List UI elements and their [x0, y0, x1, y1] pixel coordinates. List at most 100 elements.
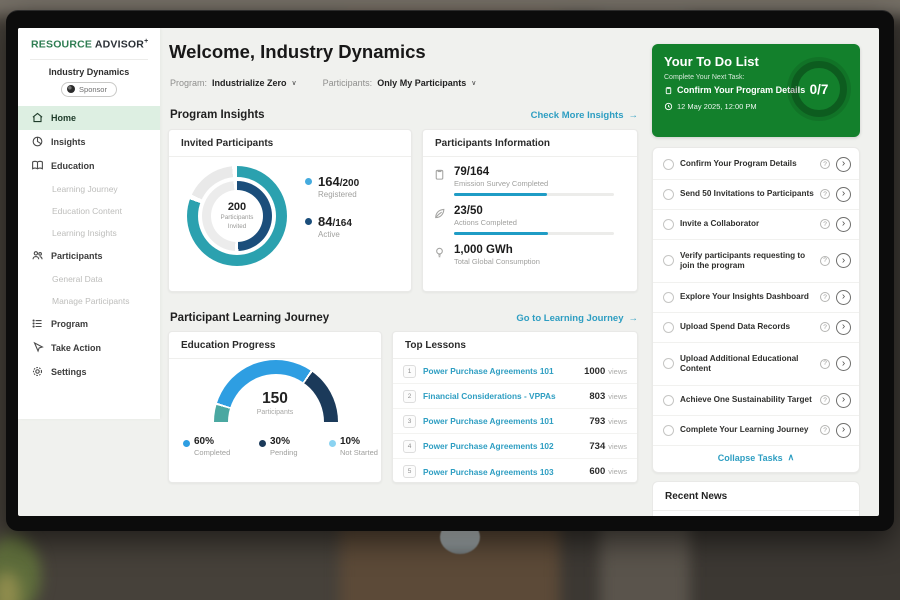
question-icon[interactable]: ?	[820, 322, 830, 332]
invited-participants-card: Invited Participants 200 ParticipantsInv…	[168, 129, 412, 292]
participants-information-card: Participants Information 79/164 Emission…	[422, 129, 638, 292]
chevron-down-icon: ∨	[292, 79, 297, 87]
legend-not-started: 10%Not Started	[329, 436, 378, 457]
sidebar-item-learning-journey[interactable]: Learning Journey	[18, 178, 160, 200]
arrow-right-icon: →	[629, 110, 639, 121]
checkbox[interactable]	[663, 159, 674, 170]
collapse-tasks-link[interactable]: Collapse Tasks ∧	[653, 446, 859, 470]
lesson-row[interactable]: 3 Power Purchase Agreements 101 793views	[393, 409, 637, 434]
chevron-right-icon[interactable]: ›	[836, 217, 851, 232]
todo-title: Your To Do List	[664, 54, 759, 69]
chevron-right-icon[interactable]: ›	[836, 320, 851, 335]
task-explore-insights[interactable]: Explore Your Insights Dashboard ? ›	[653, 283, 859, 313]
bulb-icon	[433, 246, 446, 259]
invited-participants-donut: 200 ParticipantsInvited	[187, 166, 287, 266]
checkbox[interactable]	[663, 255, 674, 266]
sidebar-item-manage-participants[interactable]: Manage Participants	[18, 290, 160, 312]
legend-active: 84/164 Active	[305, 214, 359, 239]
lesson-link[interactable]: Power Purchase Agreements 102	[423, 441, 589, 451]
app-logo: RESOURCE ADVISOR+	[18, 28, 160, 51]
task-achieve-sustainability-target[interactable]: Achieve One Sustainability Target ? ›	[653, 386, 859, 416]
todo-subtitle: Complete Your Next Task:	[664, 74, 744, 81]
program-insights-heading: Program Insights	[170, 109, 265, 121]
top-lessons-card: Top Lessons 1 Power Purchase Agreements …	[392, 331, 638, 483]
lesson-row[interactable]: 5 Power Purchase Agreements 103 600views	[393, 459, 637, 484]
legend-dot	[259, 440, 266, 447]
recent-news-card: Recent News	[652, 481, 860, 516]
legend-dot	[183, 440, 190, 447]
task-confirm-program-details[interactable]: Confirm Your Program Details ? ›	[653, 150, 859, 180]
checkbox[interactable]	[663, 219, 674, 230]
participants-dropdown[interactable]: Participants: Only My Participants ∨	[323, 78, 477, 88]
task-send-invitations[interactable]: Send 50 Invitations to Participants ? ›	[653, 180, 859, 210]
program-dropdown[interactable]: Program: Industrialize Zero ∨	[170, 78, 297, 88]
question-icon[interactable]: ?	[820, 425, 830, 435]
checkbox[interactable]	[663, 395, 674, 406]
chevron-right-icon[interactable]: ›	[836, 253, 851, 268]
monitor-bezel: RESOURCE ADVISOR+ Industry Dynamics Spon…	[6, 10, 894, 531]
rank-badge: 5	[403, 465, 416, 478]
todo-progress-ring: 0/7	[791, 61, 847, 117]
education-icon	[31, 159, 44, 172]
checkbox[interactable]	[663, 292, 674, 303]
sidebar-item-program[interactable]: Program	[18, 312, 160, 336]
question-icon[interactable]: ?	[820, 256, 830, 266]
lesson-row[interactable]: 2 Financial Considerations - VPPAs 803vi…	[393, 384, 637, 409]
progress-bar	[454, 193, 614, 196]
chevron-right-icon[interactable]: ›	[836, 356, 851, 371]
question-icon[interactable]: ?	[820, 359, 830, 369]
legend-registered: 164/200 Registered	[305, 174, 359, 199]
task-complete-learning-journey[interactable]: Complete Your Learning Journey ? ›	[653, 416, 859, 446]
page-title: Welcome, Industry Dynamics	[169, 41, 426, 63]
task-upload-spend-data[interactable]: Upload Spend Data Records ? ›	[653, 313, 859, 343]
sidebar-item-settings[interactable]: Settings	[18, 360, 160, 384]
checkbox[interactable]	[663, 358, 674, 369]
stat-emission-survey: 79/164 Emission Survey Completed	[423, 157, 637, 196]
legend-dot	[305, 178, 312, 185]
sidebar-item-education-content[interactable]: Education Content	[18, 200, 160, 222]
todo-due-date: 12 May 2025, 12:00 PM	[664, 102, 757, 111]
question-icon[interactable]: ?	[820, 219, 830, 229]
chevron-right-icon[interactable]: ›	[836, 393, 851, 408]
sponsor-badge: Sponsor	[61, 82, 117, 97]
sidebar-item-general-data[interactable]: General Data	[18, 268, 160, 290]
question-icon[interactable]: ?	[820, 292, 830, 302]
donut-legend: 164/200 Registered 84/164 Active	[305, 174, 359, 239]
task-upload-educational-content[interactable]: Upload Additional Educational Content ? …	[653, 343, 859, 386]
chevron-right-icon[interactable]: ›	[836, 290, 851, 305]
sidebar: RESOURCE ADVISOR+ Industry Dynamics Spon…	[18, 28, 160, 419]
task-verify-participants[interactable]: Verify participants requesting to join t…	[653, 240, 859, 283]
program-icon	[31, 317, 44, 330]
donut-ring-registered: 200 ParticipantsInvited	[187, 166, 287, 266]
sidebar-item-learning-insights[interactable]: Learning Insights	[18, 222, 160, 244]
sidebar-nav: Home Insights Education Learning Journey…	[18, 106, 160, 384]
task-invite-collaborator[interactable]: Invite a Collaborator ? ›	[653, 210, 859, 240]
lesson-link[interactable]: Financial Considerations - VPPAs	[423, 391, 589, 401]
chevron-right-icon[interactable]: ›	[836, 157, 851, 172]
photo-scene: RESOURCE ADVISOR+ Industry Dynamics Spon…	[0, 0, 900, 600]
check-more-insights-link[interactable]: Check More Insights→	[438, 110, 638, 121]
lesson-link[interactable]: Power Purchase Agreements 101	[423, 416, 589, 426]
checkbox[interactable]	[663, 189, 674, 200]
question-icon[interactable]: ?	[820, 189, 830, 199]
lesson-row[interactable]: 4 Power Purchase Agreements 102 734views	[393, 434, 637, 459]
checkbox[interactable]	[663, 322, 674, 333]
lesson-link[interactable]: Power Purchase Agreements 103	[423, 467, 589, 477]
rank-badge: 4	[403, 440, 416, 453]
question-icon[interactable]: ?	[820, 159, 830, 169]
leaf-icon	[433, 207, 446, 220]
chevron-right-icon[interactable]: ›	[836, 423, 851, 438]
sidebar-item-participants[interactable]: Participants	[18, 244, 160, 268]
lesson-row[interactable]: 1 Power Purchase Agreements 101 1000view…	[393, 359, 637, 384]
sidebar-item-insights[interactable]: Insights	[18, 130, 160, 154]
checkbox[interactable]	[663, 425, 674, 436]
sidebar-item-education[interactable]: Education	[18, 154, 160, 178]
question-icon[interactable]: ?	[820, 395, 830, 405]
todo-list-card: Confirm Your Program Details ? › Send 50…	[652, 147, 860, 473]
chevron-right-icon[interactable]: ›	[836, 187, 851, 202]
education-progress-card: Education Progress 150 Participants 60%C…	[168, 331, 382, 483]
go-to-learning-journey-link[interactable]: Go to Learning Journey→	[448, 313, 638, 324]
sidebar-item-home[interactable]: Home	[18, 106, 160, 130]
lesson-link[interactable]: Power Purchase Agreements 101	[423, 366, 584, 376]
sidebar-item-take-action[interactable]: Take Action	[18, 336, 160, 360]
